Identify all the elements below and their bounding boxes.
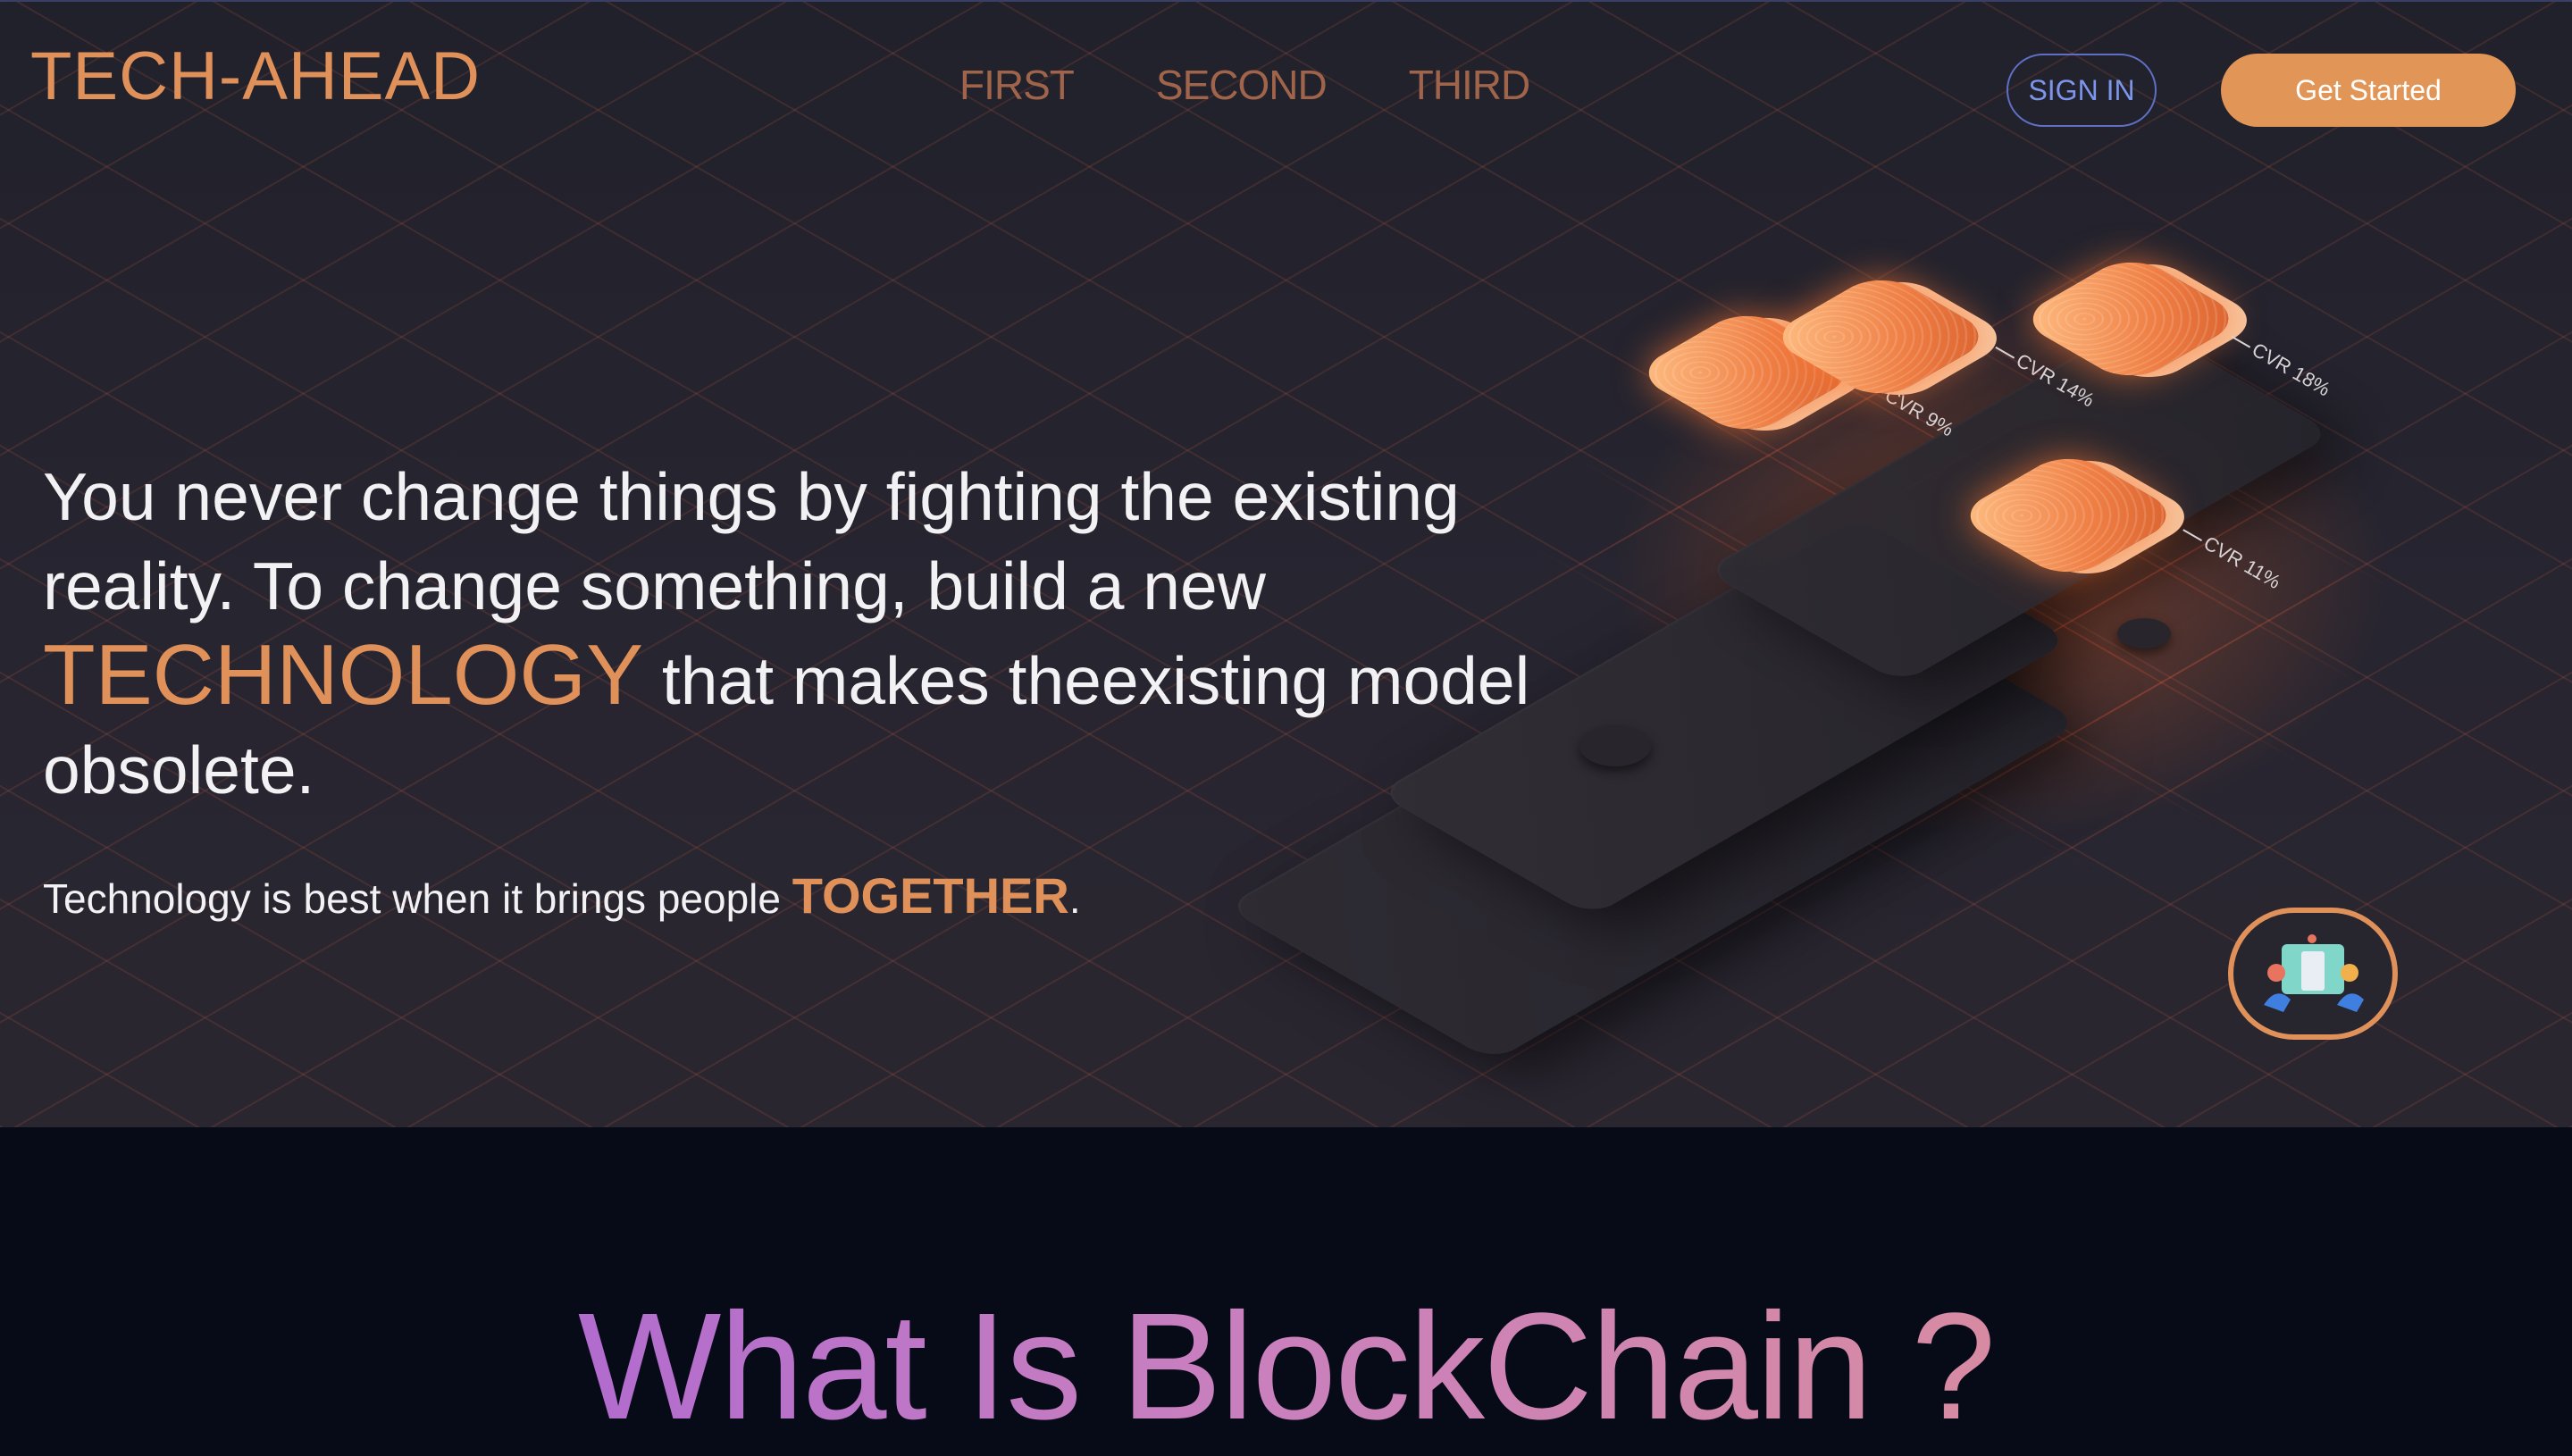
sign-in-button[interactable]: SIGN IN [2006,54,2157,127]
device-button [2117,618,2171,649]
brand-logo[interactable]: TECH-AHEAD [30,38,481,115]
hero-quote-accent: TECHNOLOGY [43,627,644,723]
team-chat-illustration [2264,934,2364,1012]
hero-tagline-text: Technology is best when it brings people [43,875,792,922]
hero-tagline-period: . [1068,875,1081,922]
hero-quote: You never change things by fighting the … [43,452,1579,815]
hero-section: CVR 9% CVR 14% CVR 18% CVR 11% TECH-AHEA… [0,0,2572,1127]
main-nav: FIRST SECOND THIRD [959,61,1531,109]
device-button [1579,725,1651,766]
get-started-button[interactable]: Get Started [2221,54,2516,127]
hero-quote-text: You never change things by fighting the … [43,459,1460,623]
section-title: What Is BlockChain ? [0,1277,2572,1456]
nav-link-second[interactable]: SECOND [1156,61,1328,109]
hero-tagline-accent: TOGETHER [792,867,1069,924]
hero-tagline: Technology is best when it brings people… [43,866,1081,925]
nav-link-first[interactable]: FIRST [959,61,1075,109]
team-chat-icon[interactable] [2228,908,2398,1040]
nav-link-third[interactable]: THIRD [1409,61,1531,109]
